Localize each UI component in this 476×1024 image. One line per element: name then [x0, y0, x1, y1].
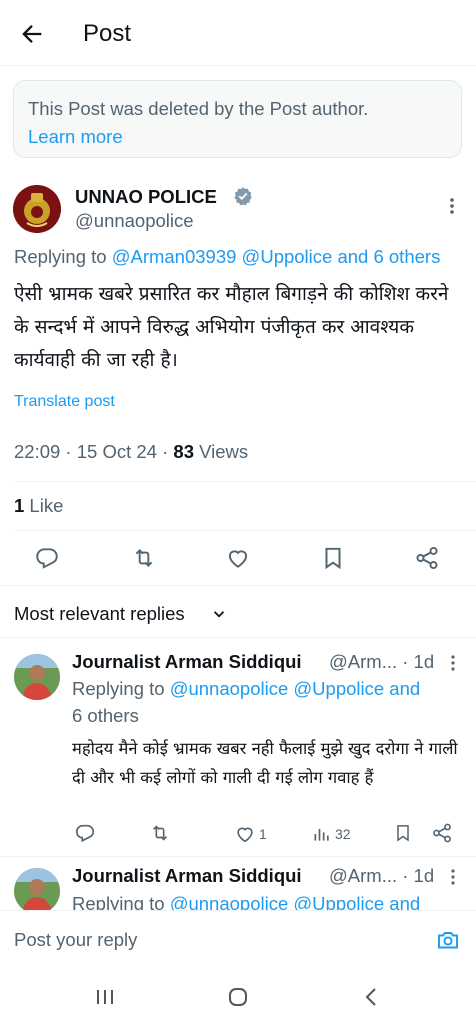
- learn-more-link[interactable]: Learn more: [28, 123, 447, 151]
- more-vertical-icon: [451, 869, 455, 885]
- replying-users-link[interactable]: 6 others: [72, 702, 139, 729]
- recent-apps-icon: [97, 990, 113, 1004]
- reply-views-button[interactable]: 32: [312, 822, 358, 846]
- share-icon: [416, 546, 438, 570]
- reply-share-button[interactable]: [431, 822, 453, 846]
- reply-reply-button[interactable]: [74, 822, 96, 846]
- likes-count: 1: [14, 495, 25, 516]
- replies-sort-label[interactable]: Most relevant replies: [14, 603, 185, 625]
- heart-icon: [237, 827, 253, 843]
- analytics-icon: [314, 829, 329, 841]
- post-text: ऐसी भ्रामक खबरे प्रसारित कर मौहाल बिगाड़…: [14, 283, 449, 371]
- reply-avatar[interactable]: [14, 654, 60, 700]
- divider: [0, 637, 476, 638]
- reply-bookmark-button[interactable]: [393, 822, 413, 846]
- replying-to: Replying to @Arman03939 @Uppolice and 6 …: [14, 246, 440, 268]
- repost-button[interactable]: [131, 545, 157, 571]
- reply-views-count: 32: [335, 826, 351, 842]
- repost-icon: [135, 549, 153, 567]
- reply-icon: [36, 548, 58, 569]
- verified-badge-icon: [233, 186, 253, 206]
- reply-icon: [75, 824, 95, 843]
- divider: [14, 530, 476, 531]
- views-label: Views: [193, 441, 249, 462]
- replying-users-link[interactable]: @unnaopolice @Uppolice and: [170, 678, 420, 699]
- replying-prefix: Replying to: [14, 246, 107, 267]
- user-photo-icon: [14, 868, 60, 914]
- top-app-bar: [0, 0, 476, 66]
- page-title: Post: [83, 20, 132, 47]
- camera-button[interactable]: [436, 928, 460, 952]
- home-icon: [229, 988, 247, 1006]
- recent-apps-button[interactable]: [93, 985, 117, 1009]
- reply-replying-to: Replying to @unnaopolice @Uppolice and: [72, 675, 420, 702]
- deleted-notice-text: This Post was deleted by the Post author…: [28, 98, 369, 119]
- reply-like-count: 1: [259, 826, 267, 842]
- reply-repost-button[interactable]: [149, 822, 171, 846]
- post-timestamp: 22:09 · 15 Oct 24 ·: [14, 441, 174, 462]
- reply-more-button[interactable]: [446, 867, 460, 887]
- more-options-button[interactable]: [444, 196, 460, 216]
- translate-post-link[interactable]: Translate post: [14, 393, 115, 411]
- like-button[interactable]: [225, 545, 251, 571]
- replying-users-link[interactable]: @Arman03939 @Uppolice and 6 others: [112, 246, 441, 267]
- reply-author-name[interactable]: Journalist Arman Siddiqui: [72, 651, 302, 673]
- police-emblem-icon: [13, 185, 61, 233]
- views-count: 83: [173, 441, 194, 462]
- divider: [0, 585, 476, 586]
- reply-author-handle[interactable]: @Arm... · 1d: [329, 651, 434, 673]
- chevron-left-icon: [365, 988, 376, 1006]
- chevron-down-icon[interactable]: [210, 605, 228, 623]
- heart-icon: [228, 550, 248, 568]
- repost-icon: [152, 825, 168, 841]
- divider: [14, 481, 476, 482]
- post-meta: 22:09 · 15 Oct 24 · 83 Views: [14, 441, 248, 463]
- reply-author-name[interactable]: Journalist Arman Siddiqui: [72, 865, 302, 887]
- reply-author-handle[interactable]: @Arm... · 1d: [329, 865, 434, 887]
- more-vertical-icon: [450, 198, 454, 214]
- author-name[interactable]: UNNAO POLICE: [75, 186, 217, 208]
- camera-icon: [438, 932, 458, 949]
- reply-button[interactable]: [34, 545, 60, 571]
- reply-text: महोदय मैने कोई भ्रामक खबर नही फैलाई मुझे…: [72, 739, 458, 787]
- bookmark-icon: [325, 547, 341, 570]
- arrow-left-icon: [22, 25, 42, 43]
- likes-summary[interactable]: 1 Like: [14, 495, 63, 517]
- bookmark-button[interactable]: [320, 545, 346, 571]
- home-button[interactable]: [226, 985, 250, 1009]
- divider: [0, 856, 476, 857]
- more-vertical-icon: [451, 655, 455, 671]
- nav-back-button[interactable]: [360, 985, 384, 1009]
- back-button[interactable]: [18, 20, 46, 48]
- replying-prefix: Replying to: [72, 678, 165, 699]
- user-photo-icon: [14, 654, 60, 700]
- share-icon: [433, 823, 451, 843]
- reply-avatar[interactable]: [14, 868, 60, 914]
- reply-input[interactable]: Post your reply: [14, 929, 137, 951]
- deleted-post-notice: This Post was deleted by the Post author…: [13, 80, 462, 158]
- share-button[interactable]: [414, 545, 440, 571]
- reply-like-button[interactable]: 1: [234, 822, 274, 846]
- likes-label: Like: [24, 495, 64, 516]
- reply-more-button[interactable]: [446, 653, 460, 673]
- author-avatar[interactable]: [13, 185, 61, 233]
- bookmark-icon: [397, 825, 409, 842]
- author-handle[interactable]: @unnaopolice: [75, 210, 194, 232]
